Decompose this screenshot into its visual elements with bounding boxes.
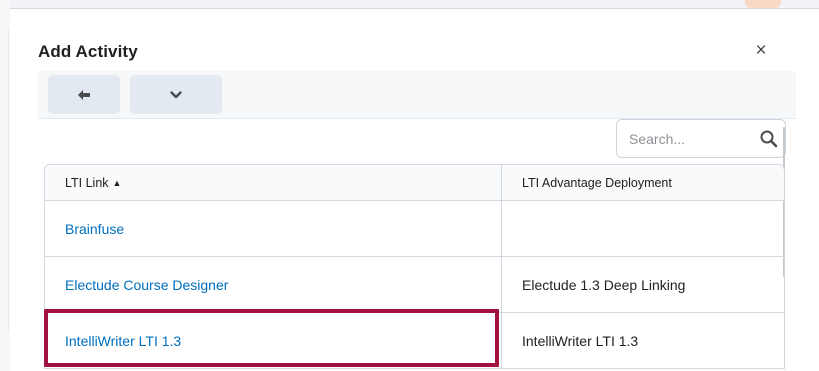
add-activity-dialog: Add Activity × LTI Link ▲ <box>10 8 819 371</box>
deployment-cell <box>502 201 784 256</box>
dialog-title: Add Activity <box>38 42 138 61</box>
close-icon: × <box>755 40 767 61</box>
search-input[interactable] <box>629 128 739 150</box>
arrow-left-icon <box>78 89 90 100</box>
deployment-label: IntelliWriter LTI 1.3 <box>522 332 639 349</box>
back-button[interactable] <box>48 75 120 114</box>
page-divider <box>8 30 9 330</box>
column-header-label: LTI Advantage Deployment <box>522 175 672 190</box>
lti-link-cell: Electude Course Designer <box>45 257 502 312</box>
search-box <box>616 119 786 158</box>
deployment-cell: IntelliWriter LTI 1.3 <box>502 313 784 368</box>
column-header-label: LTI Link <box>65 175 109 190</box>
table-header-row: LTI Link ▲ LTI Advantage Deployment <box>45 165 784 201</box>
sort-ascending-icon: ▲ <box>112 177 122 188</box>
table-row: IntelliWriter LTI 1.3 IntelliWriter LTI … <box>45 313 784 369</box>
lti-link-cell: Brainfuse <box>45 201 502 256</box>
lti-link[interactable]: IntelliWriter LTI 1.3 <box>65 333 181 349</box>
more-options-button[interactable] <box>130 75 222 114</box>
table-row: Electude Course Designer Electude 1.3 De… <box>45 257 784 313</box>
lti-link[interactable]: Electude Course Designer <box>65 277 228 293</box>
close-button[interactable]: × <box>751 41 771 61</box>
deployment-cell: Electude 1.3 Deep Linking <box>502 257 784 312</box>
page-background-top <box>0 0 819 8</box>
lti-link[interactable]: Brainfuse <box>65 221 124 237</box>
page-background-accent <box>745 0 781 8</box>
chevron-down-icon <box>170 90 182 98</box>
column-header-deployment: LTI Advantage Deployment <box>502 165 784 200</box>
lti-link-cell: IntelliWriter LTI 1.3 <box>45 313 502 368</box>
lti-link-table: LTI Link ▲ LTI Advantage Deployment Brai… <box>44 164 785 369</box>
search-icon[interactable] <box>759 129 779 149</box>
deployment-label: Electude 1.3 Deep Linking <box>522 276 686 293</box>
column-header-lti-link[interactable]: LTI Link ▲ <box>45 165 502 200</box>
table-row: Brainfuse <box>45 201 784 257</box>
dialog-toolbar <box>38 71 796 119</box>
